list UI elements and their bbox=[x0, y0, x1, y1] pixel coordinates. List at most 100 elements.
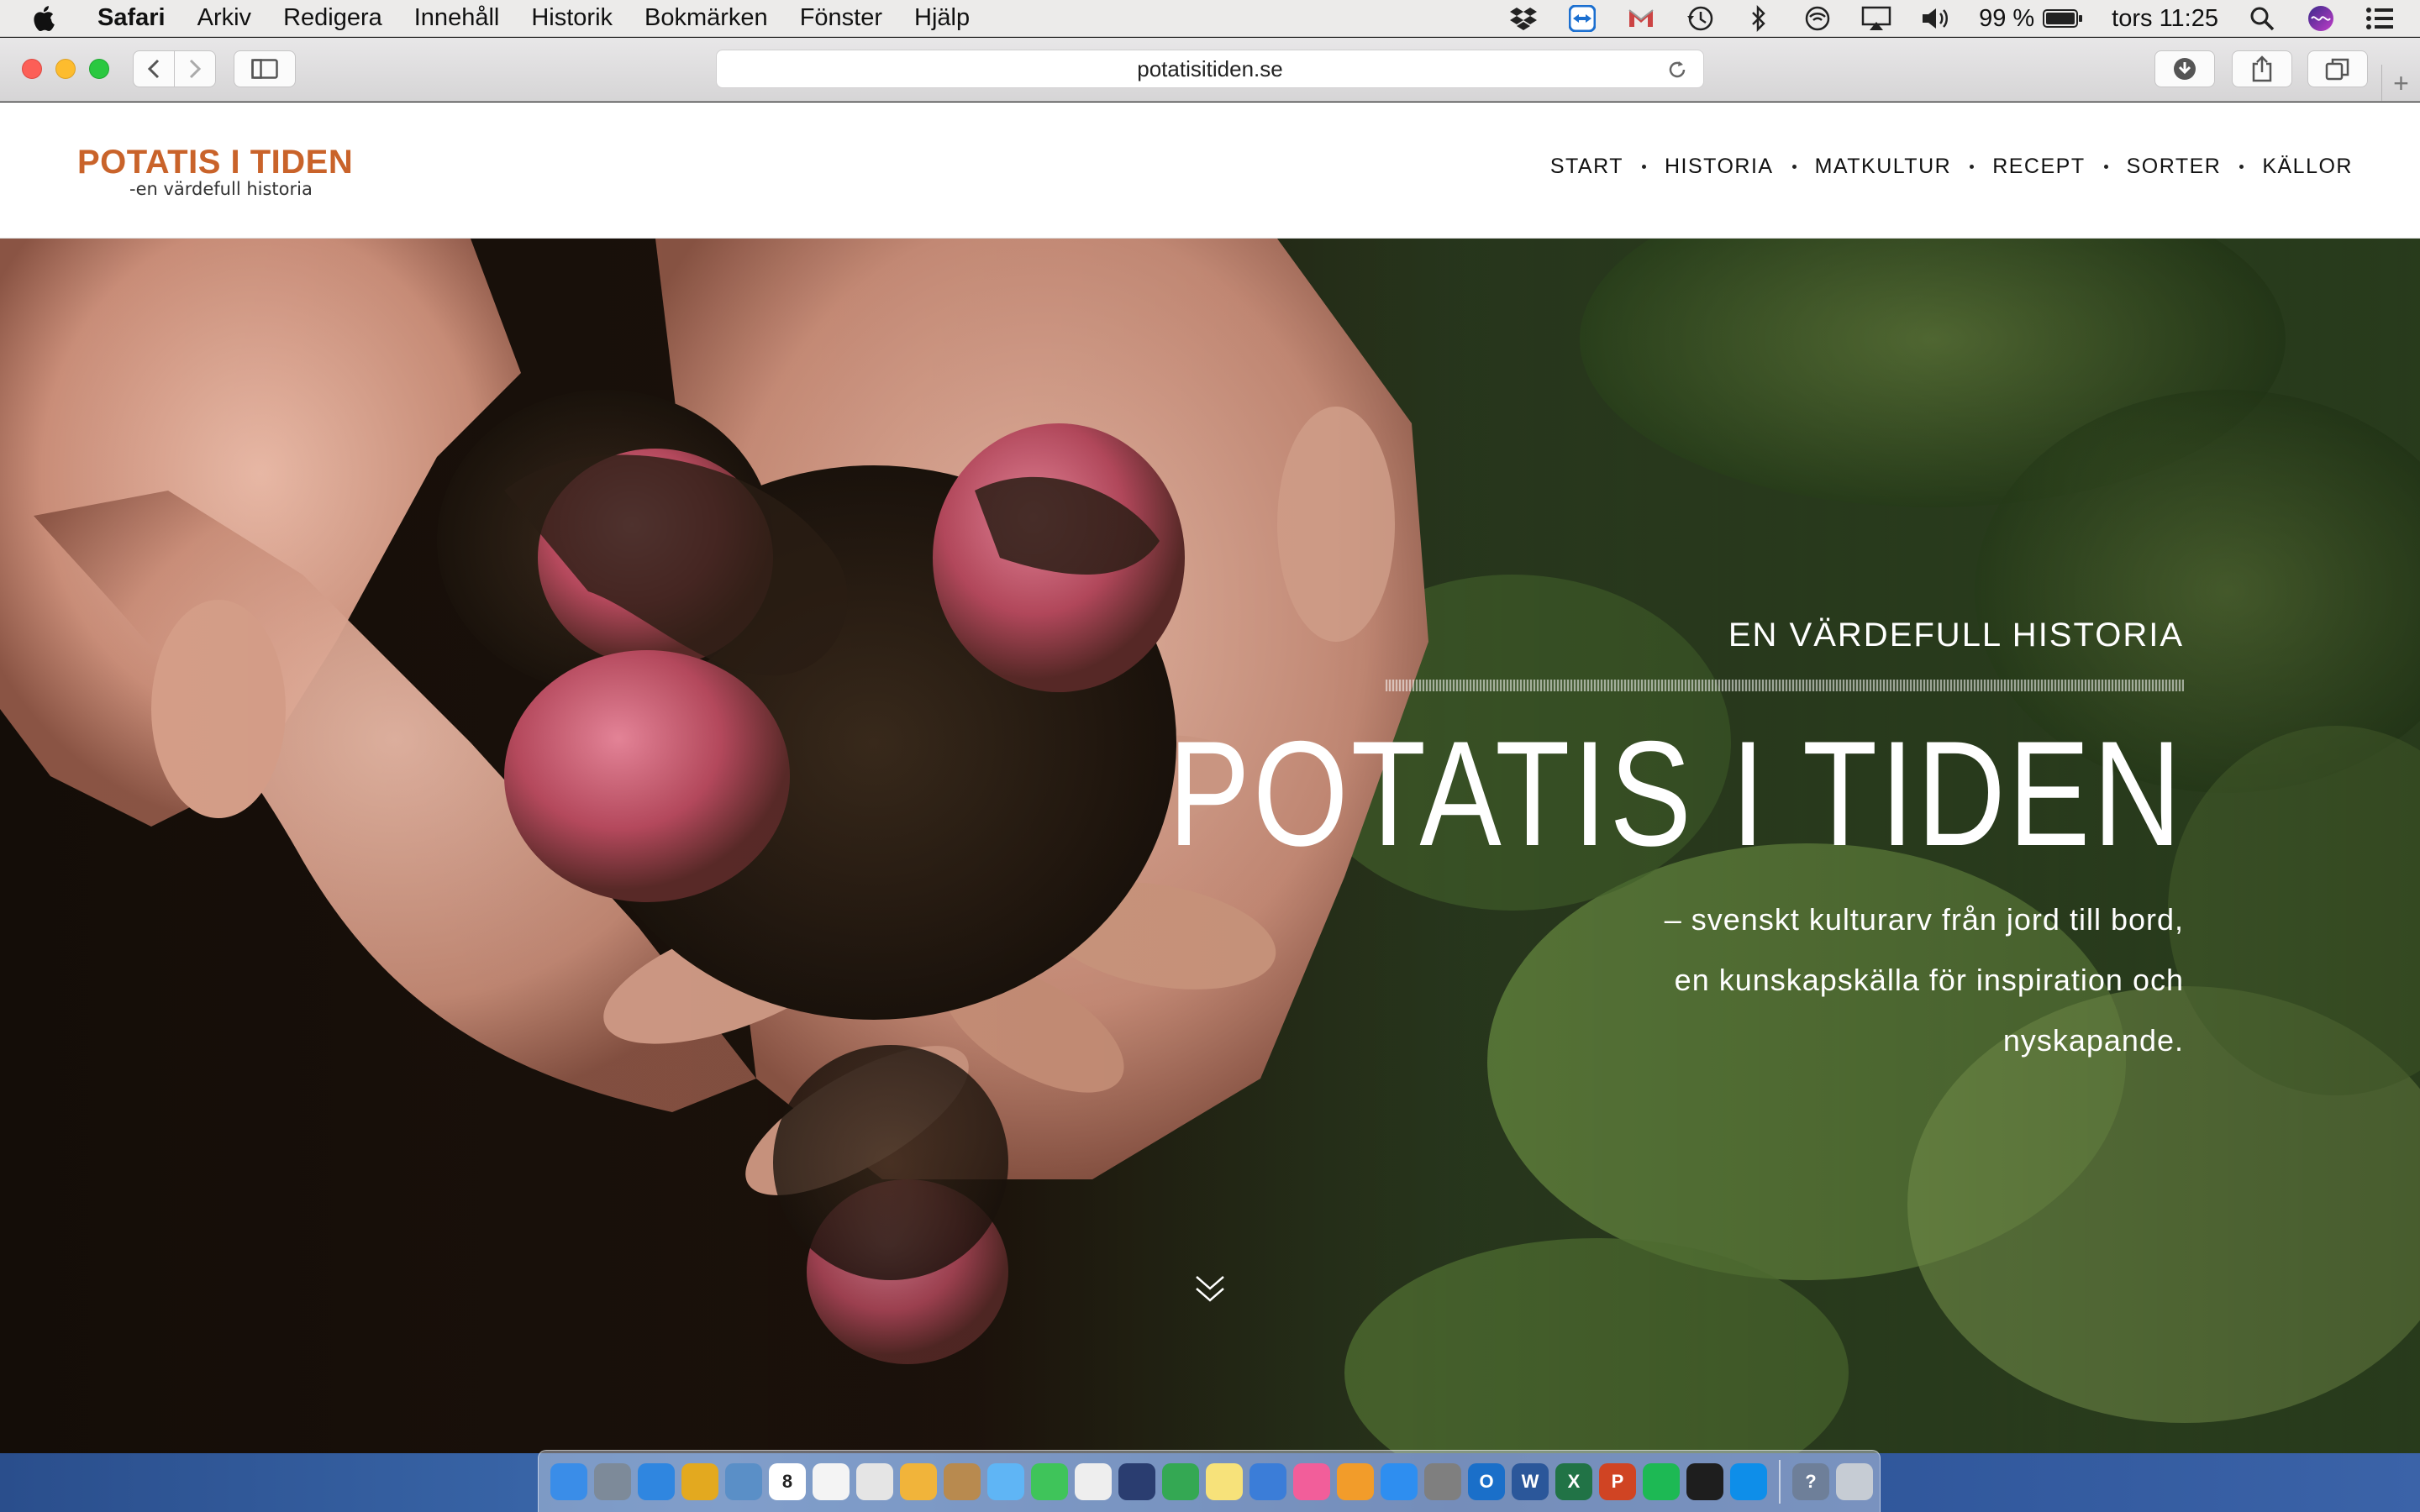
downloads-button[interactable] bbox=[2154, 50, 2215, 87]
dropbox-icon[interactable] bbox=[1508, 5, 1539, 32]
menu-clock[interactable]: tors 11:25 bbox=[2112, 5, 2218, 33]
chevron-down-icon[interactable] bbox=[1193, 1273, 1227, 1304]
network-radar-icon[interactable] bbox=[1118, 1462, 1155, 1500]
menu-historik[interactable]: Historik bbox=[531, 4, 613, 32]
activity-monitor-icon[interactable] bbox=[1686, 1462, 1723, 1500]
nav-kallor[interactable]: KÄLLOR bbox=[2262, 155, 2353, 179]
spotlight-icon[interactable] bbox=[2247, 5, 2277, 32]
ibooks-icon[interactable] bbox=[1337, 1462, 1374, 1500]
menu-app-safari[interactable]: Safari bbox=[97, 4, 166, 32]
wifi-icon[interactable] bbox=[1802, 5, 1833, 32]
show-tabs-button[interactable] bbox=[2307, 50, 2368, 87]
bluetooth-icon[interactable] bbox=[1744, 4, 1774, 33]
siri-icon[interactable] bbox=[2306, 5, 2336, 32]
chevron-right-icon bbox=[189, 59, 202, 79]
hero-subtitle-line: en kunskapskälla för inspiration och bbox=[1674, 963, 2184, 997]
dock-separator bbox=[1779, 1459, 1781, 1504]
facetime-icon[interactable] bbox=[1031, 1462, 1068, 1500]
menu-hjalp[interactable]: Hjälp bbox=[914, 4, 970, 32]
apple-menu-icon[interactable] bbox=[34, 4, 59, 33]
textedit-icon[interactable] bbox=[1075, 1462, 1112, 1500]
powerpoint-icon[interactable]: P bbox=[1599, 1462, 1636, 1500]
launchpad-icon[interactable] bbox=[594, 1462, 631, 1500]
nav-recept[interactable]: RECEPT bbox=[1992, 155, 2085, 179]
hero-eyebrow: EN VÄRDEFULL HISTORIA bbox=[1728, 617, 2184, 654]
menu-arkiv[interactable]: Arkiv bbox=[197, 4, 251, 32]
excel-icon[interactable]: X bbox=[1555, 1462, 1592, 1500]
time-machine-icon[interactable] bbox=[1685, 5, 1715, 32]
nav-sorter[interactable]: SORTER bbox=[2127, 155, 2222, 179]
notification-center-icon[interactable] bbox=[2365, 5, 2395, 32]
minimize-window-button[interactable] bbox=[55, 59, 76, 79]
notes-board-icon[interactable] bbox=[856, 1462, 893, 1500]
nav-separator bbox=[2239, 165, 2244, 169]
sidebar-icon bbox=[251, 59, 278, 79]
browser-toolbar: potatisitiden.se bbox=[0, 38, 2420, 102]
battery-percent: 99 % bbox=[1979, 4, 2035, 32]
menu-redigera[interactable]: Redigera bbox=[283, 4, 382, 32]
outlook-icon[interactable]: O bbox=[1468, 1462, 1505, 1500]
hero-subtitle-line: nyskapande. bbox=[2002, 1023, 2184, 1058]
tabs-icon bbox=[2325, 58, 2349, 81]
help-icon[interactable]: ? bbox=[1792, 1462, 1829, 1500]
hero-subtitle: – svenskt kulturarv från jord till bord,… bbox=[945, 890, 2184, 1071]
app-store-icon[interactable] bbox=[1381, 1462, 1418, 1500]
battery-icon[interactable] bbox=[2043, 5, 2083, 32]
main-nav: START HISTORIA MATKULTUR RECEPT SORTER K… bbox=[1550, 155, 2353, 179]
menu-bokmarken[interactable]: Bokmärken bbox=[644, 4, 768, 32]
site-header: POTATIS I TIDEN -en värdefull historia S… bbox=[0, 102, 2420, 239]
nav-separator bbox=[1791, 165, 1797, 169]
nav-separator bbox=[2103, 165, 2108, 169]
back-button[interactable] bbox=[133, 50, 175, 87]
teamviewer-icon[interactable] bbox=[1730, 1462, 1767, 1500]
spotify-icon[interactable] bbox=[1643, 1462, 1680, 1500]
safari-icon[interactable] bbox=[638, 1462, 675, 1500]
share-button[interactable] bbox=[2232, 50, 2292, 87]
site-logo[interactable]: POTATIS I TIDEN -en värdefull historia bbox=[77, 144, 353, 198]
itunes-icon[interactable] bbox=[1293, 1462, 1330, 1500]
finder-icon[interactable] bbox=[550, 1462, 587, 1500]
menu-bar: Safari Arkiv Redigera Innehåll Historik … bbox=[0, 0, 2420, 37]
chrome-icon[interactable] bbox=[681, 1462, 718, 1500]
volume-icon[interactable] bbox=[1920, 5, 1950, 32]
logo-title: POTATIS I TIDEN bbox=[77, 144, 354, 181]
new-tab-button[interactable]: + bbox=[2381, 65, 2420, 102]
notes-icon[interactable] bbox=[1206, 1462, 1243, 1500]
menu-fonster[interactable]: Fönster bbox=[800, 4, 882, 32]
menu-innehall[interactable]: Innehåll bbox=[414, 4, 500, 32]
dock: 8 O W X P? bbox=[538, 1450, 1881, 1512]
hero-title: POTATIS I TIDEN bbox=[1168, 710, 2184, 877]
nav-separator bbox=[1970, 165, 1975, 169]
nav-separator bbox=[1641, 165, 1646, 169]
address-bar[interactable]: potatisitiden.se bbox=[716, 50, 1704, 88]
fullscreen-window-button[interactable] bbox=[89, 59, 109, 79]
download-icon bbox=[2174, 58, 2196, 80]
teamviewer-icon[interactable] bbox=[1567, 5, 1597, 32]
url-text[interactable]: potatisitiden.se bbox=[1137, 56, 1282, 82]
nav-start[interactable]: START bbox=[1550, 155, 1623, 179]
hero-subtitle-line: – svenskt kulturarv från jord till bord, bbox=[1664, 902, 2184, 937]
hero-section: EN VÄRDEFULL HISTORIA POTATIS I TIDEN – … bbox=[0, 239, 2420, 1453]
contacts-icon[interactable] bbox=[944, 1462, 981, 1500]
reload-icon[interactable] bbox=[1665, 57, 1690, 82]
hero-text-block: EN VÄRDEFULL HISTORIA POTATIS I TIDEN – … bbox=[945, 617, 2184, 1071]
system-preferences-icon[interactable] bbox=[1424, 1462, 1461, 1500]
numbers-icon[interactable] bbox=[1162, 1462, 1199, 1500]
sidebar-toggle-button[interactable] bbox=[234, 50, 296, 87]
messages-icon[interactable] bbox=[987, 1462, 1024, 1500]
nav-historia[interactable]: HISTORIA bbox=[1665, 155, 1774, 179]
nav-matkultur[interactable]: MATKULTUR bbox=[1815, 155, 1952, 179]
close-window-button[interactable] bbox=[22, 59, 42, 79]
photos-icon[interactable] bbox=[900, 1462, 937, 1500]
word-icon[interactable]: W bbox=[1512, 1462, 1549, 1500]
hero-divider bbox=[1386, 680, 2184, 691]
airplay-icon[interactable] bbox=[1861, 5, 1891, 32]
share-icon bbox=[2252, 55, 2272, 82]
forward-button[interactable] bbox=[174, 50, 216, 87]
calendar-icon[interactable]: 8 bbox=[769, 1462, 806, 1500]
trash-icon[interactable] bbox=[1836, 1462, 1873, 1500]
gmail-icon[interactable] bbox=[1626, 5, 1656, 32]
reminders-icon[interactable] bbox=[813, 1462, 850, 1500]
keynote-icon[interactable] bbox=[1249, 1462, 1286, 1500]
preview-icon[interactable] bbox=[725, 1462, 762, 1500]
